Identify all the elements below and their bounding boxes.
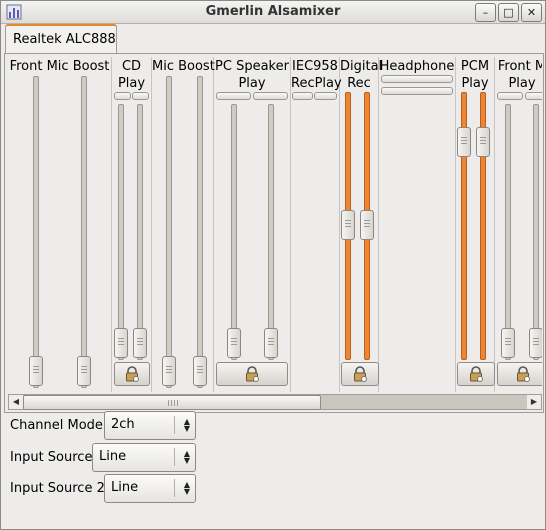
slider-thumb[interactable]: [227, 328, 241, 358]
input-source-2-value: Line: [111, 480, 139, 495]
slider-thumb[interactable]: [476, 127, 490, 158]
capture-switch[interactable]: [525, 92, 542, 100]
capture-switch[interactable]: [497, 92, 523, 100]
slider-thumb[interactable]: [264, 328, 278, 358]
lock-icon: [354, 366, 367, 382]
capture-switch[interactable]: [132, 92, 149, 100]
input-source-2-label: Input Source 2: [10, 481, 105, 496]
tab-realtek-alc888[interactable]: Realtek ALC888: [5, 24, 117, 54]
volume-slider-right[interactable]: [137, 104, 143, 360]
mixer-channels: Front Mic Boost CD Play Mic Boost PC Spe…: [8, 57, 542, 392]
channel-mode-select[interactable]: 2ch ▲ ▼: [104, 411, 196, 440]
capture-switch[interactable]: [253, 92, 288, 100]
input-source-value: Line: [99, 449, 127, 464]
channel-label: Digital Rec: [340, 59, 383, 91]
volume-slider-right[interactable]: [268, 104, 274, 360]
scroll-left-button[interactable]: ◀: [9, 395, 23, 409]
slider-thumb[interactable]: [193, 356, 207, 386]
channel-label: Front M Play: [497, 59, 542, 91]
channel-label: PCM Play: [460, 59, 490, 91]
channel-mode-value: 2ch: [111, 417, 135, 432]
channel-front-mic-boost: Front Mic Boost: [8, 57, 112, 392]
lock-icon: [470, 366, 483, 382]
tab-label: Realtek ALC888: [13, 32, 116, 47]
lock-icon: [126, 366, 139, 382]
lock-channels-button[interactable]: [114, 362, 150, 386]
lock-channels-button[interactable]: [497, 362, 542, 386]
slider-thumb[interactable]: [114, 328, 128, 358]
channel-headphone: Headphone: [379, 57, 456, 392]
volume-slider-left[interactable]: [231, 104, 237, 360]
capture-switch[interactable]: [114, 92, 131, 100]
channel-label: CD Play: [117, 59, 146, 91]
grip-icon: [168, 400, 180, 406]
mixer-window: Gmerlin Alsamixer – □ ✕ Realtek ALC888 F…: [0, 0, 546, 530]
slider-thumb[interactable]: [457, 127, 471, 158]
divider: [174, 416, 175, 434]
updown-arrow-icon: ▲ ▼: [183, 449, 190, 465]
channel-pcm-play: PCM Play: [456, 57, 495, 392]
scroll-right-button[interactable]: ▶: [527, 395, 541, 409]
input-source-label: Input Source: [10, 450, 93, 465]
slider-thumb[interactable]: [29, 356, 43, 386]
lock-channels-button[interactable]: [457, 362, 495, 386]
tab-panel: Front Mic Boost CD Play Mic Boost PC Spe…: [4, 53, 544, 413]
channel-label: PC Speaker Play: [215, 59, 289, 91]
lock-channels-button[interactable]: [216, 362, 288, 386]
volume-slider-left[interactable]: [166, 76, 172, 388]
updown-arrow-icon: ▲ ▼: [183, 417, 190, 433]
channel-label: Mic Boost: [152, 59, 215, 74]
divider: [174, 479, 175, 497]
minimize-button[interactable]: –: [475, 3, 496, 22]
capture-switch[interactable]: [314, 92, 337, 100]
close-button[interactable]: ✕: [521, 3, 542, 22]
lock-icon: [517, 366, 530, 382]
channel-label: Headphone: [379, 59, 455, 74]
title-bar: Gmerlin Alsamixer – □ ✕: [1, 1, 545, 24]
channel-cd-play: CD Play: [112, 57, 152, 392]
channel-iec958-recplay: IEC958 RecPlay: [291, 57, 342, 392]
horizontal-scrollbar[interactable]: ◀ ▶: [8, 394, 542, 410]
slider-thumb[interactable]: [501, 328, 515, 358]
volume-slider-right[interactable]: [197, 76, 203, 388]
volume-slider-right[interactable]: [533, 104, 539, 360]
channel-label: IEC958 RecPlay: [291, 59, 342, 91]
lock-icon: [246, 366, 259, 382]
channel-mic-boost: Mic Boost: [152, 57, 215, 392]
channel-digital-rec: Digital Rec: [340, 57, 383, 392]
updown-arrow-icon: ▲ ▼: [183, 480, 190, 496]
input-source-2-select[interactable]: Line ▲ ▼: [104, 474, 196, 503]
capture-switch[interactable]: [292, 92, 313, 100]
scrollbar-thumb[interactable]: [23, 395, 321, 410]
slider-thumb[interactable]: [77, 356, 91, 386]
volume-slider-left[interactable]: [505, 104, 511, 360]
lock-channels-button[interactable]: [341, 362, 379, 386]
divider: [174, 448, 175, 466]
capture-switch[interactable]: [381, 75, 453, 83]
channel-label: Front Mic Boost: [9, 59, 110, 74]
channel-mode-label: Channel Mode: [10, 418, 103, 433]
volume-slider-left[interactable]: [33, 76, 39, 388]
volume-slider-left[interactable]: [118, 104, 124, 360]
channel-pc-speaker-play: PC Speaker Play: [214, 57, 291, 392]
slider-thumb[interactable]: [529, 328, 542, 358]
channel-front-play: Front M Play: [495, 57, 542, 392]
maximize-button[interactable]: □: [498, 3, 519, 22]
slider-thumb[interactable]: [341, 210, 355, 240]
volume-slider-right[interactable]: [81, 76, 87, 388]
window-title: Gmerlin Alsamixer: [205, 4, 341, 19]
capture-switch[interactable]: [216, 92, 251, 100]
capture-switch[interactable]: [381, 87, 453, 95]
input-source-select[interactable]: Line ▲ ▼: [92, 443, 196, 472]
slider-thumb[interactable]: [360, 210, 374, 240]
slider-thumb[interactable]: [133, 328, 147, 358]
slider-thumb[interactable]: [162, 356, 176, 386]
